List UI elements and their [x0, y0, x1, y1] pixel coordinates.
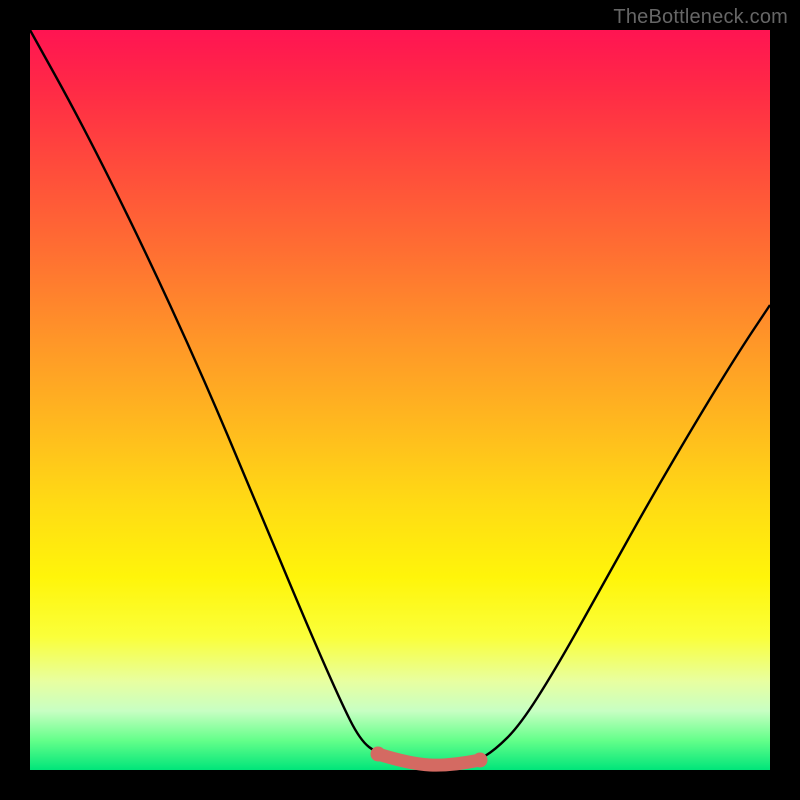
plot-area: [30, 30, 770, 770]
optimal-range-highlight: [378, 754, 480, 765]
curve-svg: [30, 30, 770, 770]
chart-frame: TheBottleneck.com: [0, 0, 800, 800]
bottleneck-curve: [30, 30, 770, 766]
watermark-text: TheBottleneck.com: [613, 6, 788, 29]
optimal-range-end-dot: [473, 753, 488, 768]
optimal-range-start-dot: [371, 747, 386, 762]
